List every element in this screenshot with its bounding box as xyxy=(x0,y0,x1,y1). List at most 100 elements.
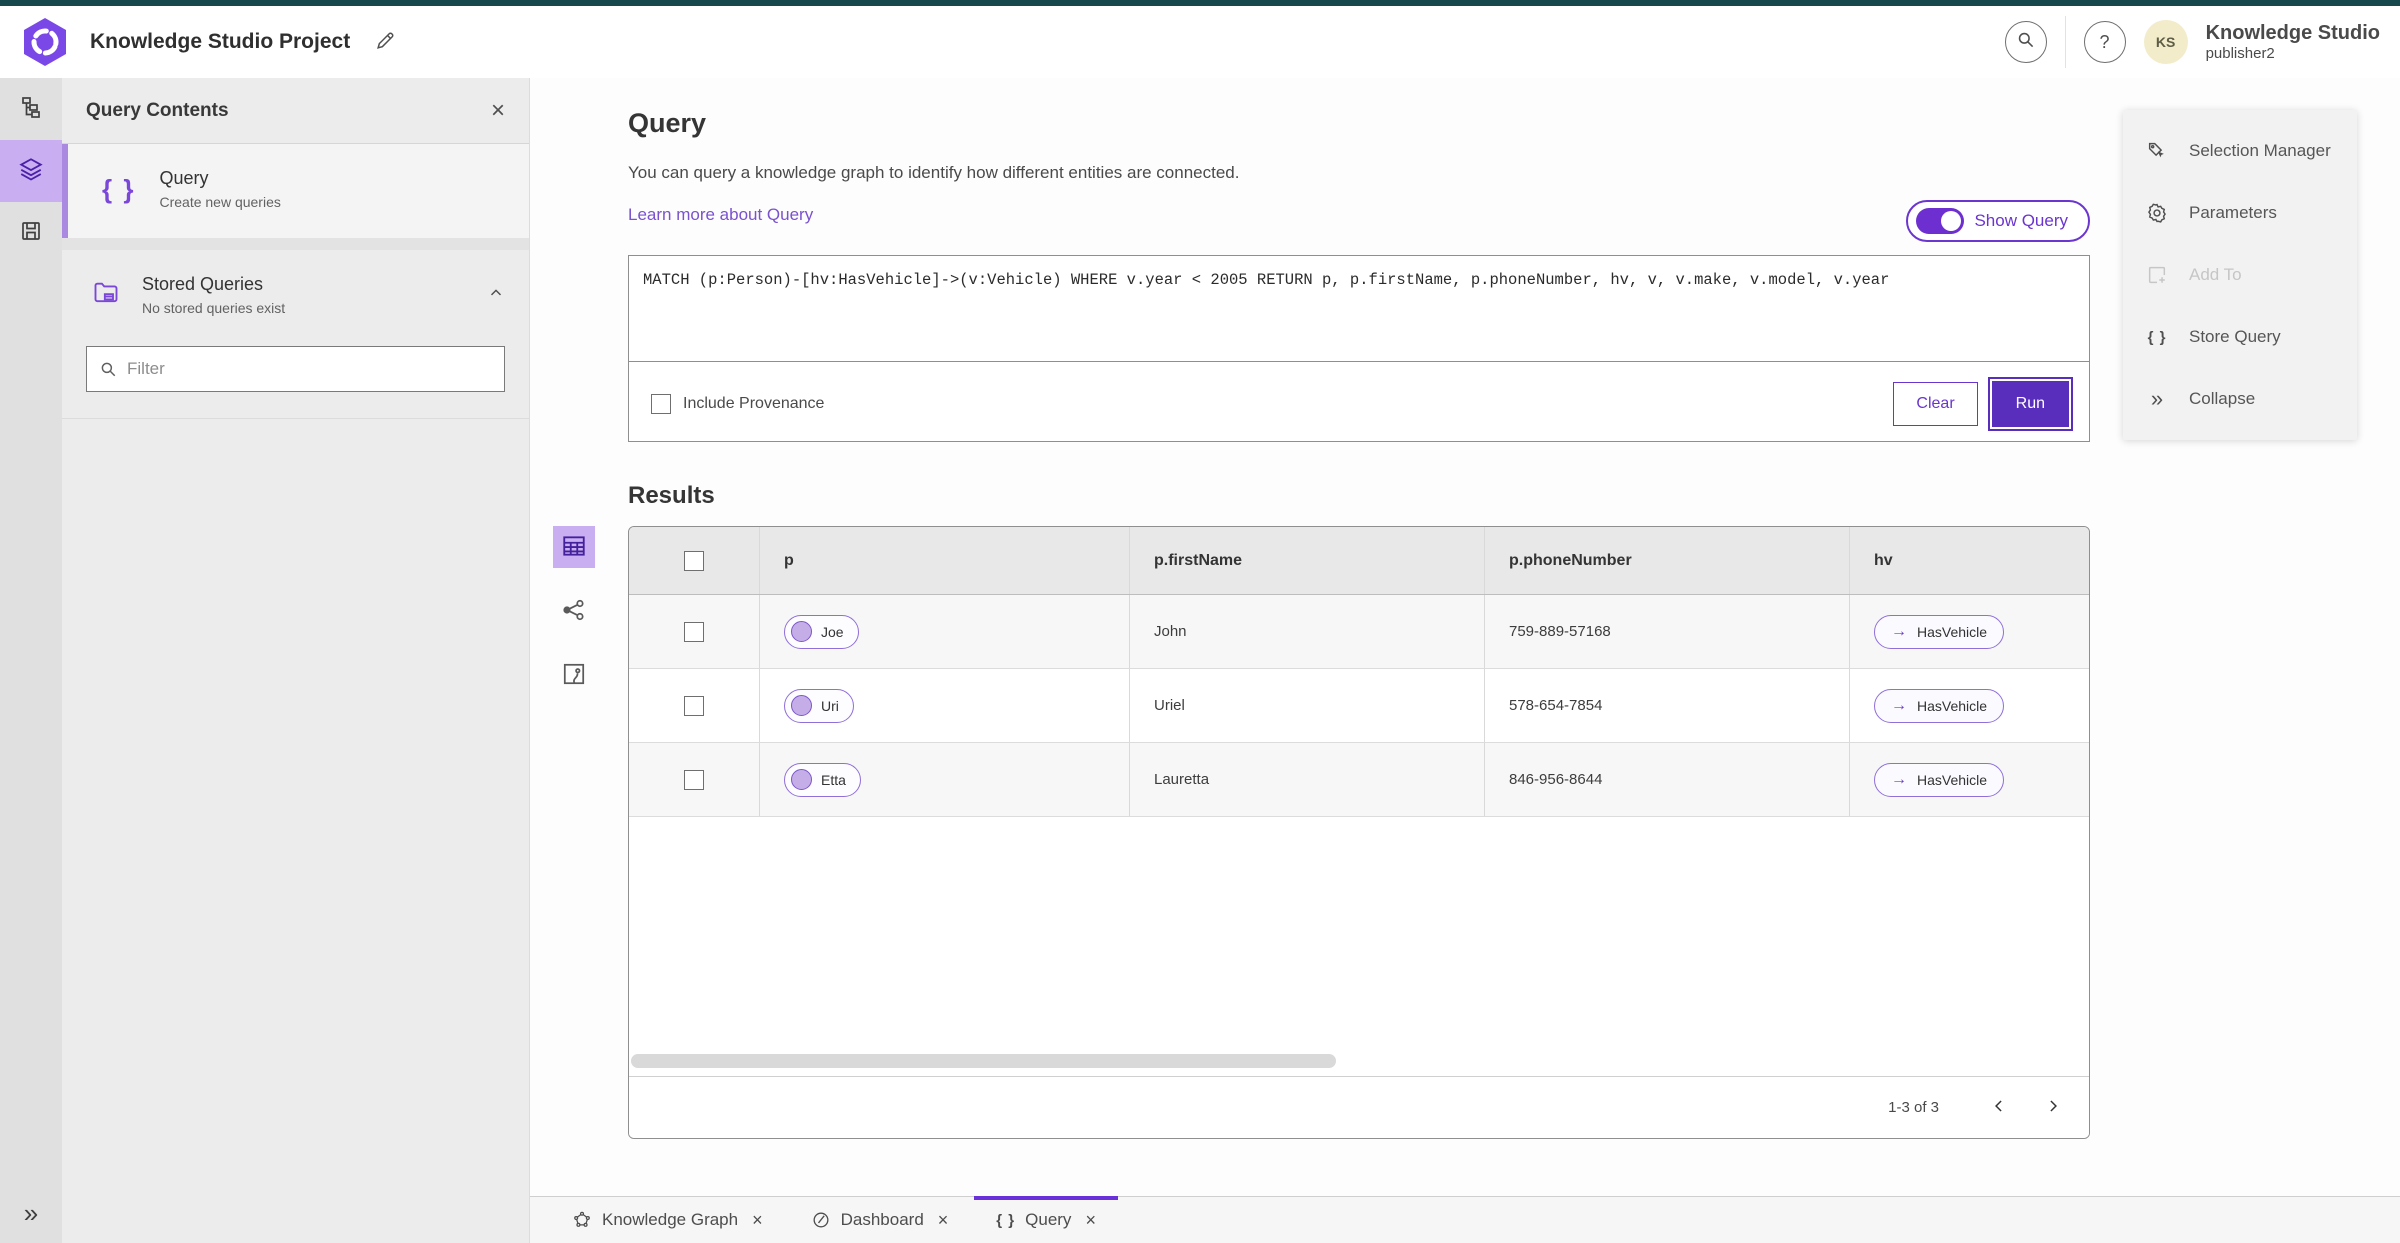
column-header-hv[interactable]: hv xyxy=(1849,527,2089,594)
tab-query[interactable]: { } Query × xyxy=(972,1196,1120,1243)
entity-pill[interactable]: Etta xyxy=(784,762,861,797)
arrow-right-icon: → xyxy=(1891,622,1907,640)
rail-expand-button[interactable]: » xyxy=(0,1198,62,1229)
results-view-switcher xyxy=(553,526,595,696)
query-contents-item-query[interactable]: { } Query Create new queries xyxy=(62,144,529,238)
tab-label: Dashboard xyxy=(840,1210,924,1229)
tab-close-button[interactable]: × xyxy=(1085,1211,1096,1229)
arrow-right-icon: → xyxy=(1891,770,1907,788)
hierarchy-icon xyxy=(19,95,43,124)
pencil-icon xyxy=(374,30,396,55)
graph-icon xyxy=(561,597,587,626)
edit-title-button[interactable] xyxy=(374,30,396,55)
entity-pill[interactable]: Joe xyxy=(784,614,859,649)
double-chevron-right-icon: » xyxy=(2150,386,2164,411)
braces-icon: { } xyxy=(996,1211,1016,1229)
run-button[interactable]: Run xyxy=(1991,381,2069,427)
stored-queries-header[interactable]: Stored Queries No stored queries exist xyxy=(62,250,529,326)
rail-item-hierarchy[interactable] xyxy=(0,78,62,140)
filter-input[interactable] xyxy=(127,359,492,379)
pagination-prev-button[interactable] xyxy=(1989,1096,2009,1119)
panel-empty-area xyxy=(62,418,529,1243)
relationship-pill[interactable]: → HasVehicle xyxy=(1874,688,2005,723)
layers-icon xyxy=(18,156,44,187)
cell-phone-number: 759-889-57168 xyxy=(1509,623,1611,640)
view-map-button[interactable] xyxy=(553,654,595,696)
menu-item-label: Add To xyxy=(2189,265,2242,284)
entity-node-icon xyxy=(791,769,812,790)
menu-item-parameters[interactable]: Parameters xyxy=(2123,182,2357,244)
tab-label: Knowledge Graph xyxy=(602,1210,739,1229)
learn-more-link[interactable]: Learn more about Query xyxy=(628,205,813,225)
relationship-label: HasVehicle xyxy=(1917,771,1988,788)
search-icon xyxy=(99,360,117,378)
query-description: You can query a knowledge graph to ident… xyxy=(628,163,1240,182)
relationship-pill[interactable]: → HasVehicle xyxy=(1874,614,2005,649)
chevron-right-icon xyxy=(2043,1096,2063,1119)
select-all-checkbox[interactable] xyxy=(684,550,704,571)
panel-close-button[interactable]: × xyxy=(490,96,505,124)
help-icon: ? xyxy=(2099,31,2110,52)
horizontal-scrollbar[interactable] xyxy=(631,1054,1336,1068)
row-select-checkbox[interactable] xyxy=(684,769,704,790)
table-icon xyxy=(561,533,587,562)
header-divider xyxy=(2064,16,2066,68)
double-chevron-right-icon: » xyxy=(23,1198,39,1228)
query-editor[interactable]: MATCH (p:Person)-[hv:HasVehicle]->(v:Veh… xyxy=(629,256,2089,362)
page-title: Knowledge Studio Project xyxy=(90,30,351,53)
map-icon xyxy=(561,661,587,690)
chevron-left-icon xyxy=(1989,1096,2009,1119)
menu-item-store-query[interactable]: { } Store Query xyxy=(2123,306,2357,368)
pagination-next-button[interactable] xyxy=(2043,1096,2063,1119)
tab-label: Query xyxy=(1025,1210,1072,1229)
query-actions-menu: Selection Manager Parameters Add To { } xyxy=(2123,110,2357,440)
avatar[interactable]: KS xyxy=(2143,20,2188,64)
chevron-up-icon[interactable] xyxy=(487,284,505,307)
rail-item-save[interactable] xyxy=(0,202,62,264)
menu-item-selection-manager[interactable]: Selection Manager xyxy=(2123,120,2357,182)
include-provenance-label: Include Provenance xyxy=(683,395,825,412)
entity-pill[interactable]: Uri xyxy=(784,688,854,723)
close-icon: × xyxy=(490,96,505,124)
query-editor-box: MATCH (p:Person)-[hv:HasVehicle]->(v:Veh… xyxy=(628,255,2090,442)
stored-queries-subtitle: No stored queries exist xyxy=(142,300,286,316)
tab-close-button[interactable]: × xyxy=(752,1211,763,1229)
menu-item-label: Selection Manager xyxy=(2189,141,2331,160)
panel-divider xyxy=(62,238,529,250)
cell-first-name: Uriel xyxy=(1154,697,1185,714)
search-icon xyxy=(2016,30,2035,54)
cell-phone-number: 578-654-7854 xyxy=(1509,697,1603,714)
clear-button[interactable]: Clear xyxy=(1893,382,1978,426)
view-table-button[interactable] xyxy=(553,526,595,568)
cell-first-name: John xyxy=(1154,623,1187,640)
menu-item-label: Collapse xyxy=(2189,389,2256,408)
relationship-pill[interactable]: → HasVehicle xyxy=(1874,762,2005,797)
search-button[interactable] xyxy=(2004,21,2047,63)
close-icon: × xyxy=(752,1210,763,1230)
include-provenance-checkbox[interactable] xyxy=(651,394,671,414)
table-pagination: 1-3 of 3 xyxy=(629,1076,2089,1138)
tab-close-button[interactable]: × xyxy=(938,1211,949,1229)
view-graph-button[interactable] xyxy=(553,590,595,632)
column-header-p[interactable]: p xyxy=(759,527,1129,594)
help-button[interactable]: ? xyxy=(2083,21,2126,63)
show-query-toggle[interactable]: Show Query xyxy=(1906,200,2090,242)
row-select-checkbox[interactable] xyxy=(684,621,704,642)
app-logo[interactable] xyxy=(22,17,68,67)
tab-knowledge-graph[interactable]: Knowledge Graph × xyxy=(548,1197,787,1243)
query-item-subtitle: Create new queries xyxy=(159,194,281,210)
rail-item-layers[interactable] xyxy=(0,140,62,202)
entity-node-icon xyxy=(791,621,812,642)
add-to-icon xyxy=(2145,264,2169,286)
row-select-checkbox[interactable] xyxy=(684,695,704,716)
query-item-title: Query xyxy=(159,168,209,188)
column-header-phonenumber[interactable]: p.phoneNumber xyxy=(1484,527,1849,594)
braces-icon: { } xyxy=(102,173,136,204)
column-header-firstname[interactable]: p.firstName xyxy=(1129,527,1484,594)
panel-title: Query Contents xyxy=(86,99,229,121)
top-bar: Knowledge Studio Project ? KS Knowledge … xyxy=(0,6,2400,78)
braces-icon: { } xyxy=(2147,328,2167,346)
app-window: Knowledge Studio Project ? KS Knowledge … xyxy=(0,0,2400,1243)
menu-item-collapse[interactable]: » Collapse xyxy=(2123,368,2357,430)
tab-dashboard[interactable]: Dashboard × xyxy=(787,1197,973,1243)
